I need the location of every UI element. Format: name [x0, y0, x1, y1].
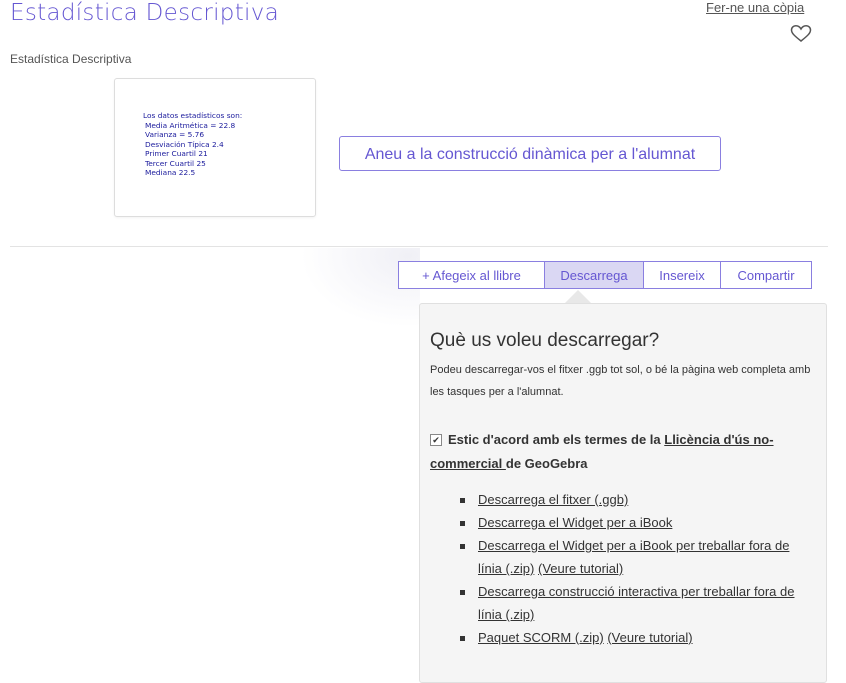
list-item: Descarrega el Widget per a iBook [460, 511, 815, 534]
make-copy-link[interactable]: Fer-ne una còpia [706, 0, 804, 15]
thumbnail-line: Primer Cuartil 21 [145, 149, 208, 158]
action-tabs: + Afegeix al llibre Descarrega Insereix … [398, 261, 812, 289]
thumbnail-line: Media Aritmética = 22.8 [145, 120, 236, 130]
download-links-list: Descarrega el fitxer (.ggb) Descarrega e… [460, 488, 815, 649]
tab-add-to-book[interactable]: + Afegeix al llibre [398, 261, 545, 289]
thumbnail-line: Tercer Cuartil 25 [145, 158, 206, 168]
thumbnail-stats-text: Los datos estadísticos son: Media Aritmé… [143, 111, 243, 178]
tab-share[interactable]: Compartir [720, 261, 812, 289]
download-interactive-offline-link[interactable]: Descarrega construcció interactiva per t… [478, 584, 794, 622]
divider [10, 246, 828, 247]
thumbnail-line: Los datos estadísticos son: [143, 111, 243, 120]
open-student-construction-button[interactable]: Aneu a la construcció dinàmica per a l'a… [339, 136, 721, 171]
tab-embed[interactable]: Insereix [643, 261, 721, 289]
list-item: Descarrega construcció interactiva per t… [460, 580, 815, 626]
download-scorm-link[interactable]: Paquet SCORM (.zip) [478, 630, 604, 645]
agree-checkbox[interactable]: ✔ [430, 434, 442, 446]
agree-prefix: Estic d'acord amb els termes de la [448, 432, 665, 447]
download-panel: Què us voleu descarregar? Podeu descarre… [419, 303, 827, 683]
applet-thumbnail[interactable]: Los datos estadísticos son: Media Aritmé… [114, 78, 316, 217]
download-heading: Què us voleu descarregar? [430, 330, 660, 351]
agree-suffix: de GeoGebra [505, 456, 588, 471]
thumbnail-line: Varianza = 5.76 [145, 130, 205, 139]
download-ibook-offline-link[interactable]: Descarrega el Widget per a iBook per tre… [478, 538, 789, 576]
subtitle: Estadística Descriptiva [10, 52, 132, 66]
panel-pointer-arrow [564, 290, 592, 304]
download-description: Podeu descarregar-vos el fitxer .ggb tot… [430, 364, 811, 398]
tab-download[interactable]: Descarrega [544, 261, 644, 289]
tutorial-link[interactable]: (Veure tutorial) [538, 561, 623, 576]
thumbnail-line: Mediana 22.5 [145, 168, 196, 177]
list-item: Descarrega el fitxer (.ggb) [460, 488, 815, 511]
list-item: Paquet SCORM (.zip) (Veure tutorial) [460, 626, 815, 649]
page-title: Estadística Descriptiva [10, 0, 280, 26]
license-agreement: ✔ Estic d'acord amb els termes de la Llic… [430, 428, 815, 476]
download-ibook-widget-link[interactable]: Descarrega el Widget per a iBook [478, 515, 672, 530]
download-ggb-link[interactable]: Descarrega el fitxer (.ggb) [478, 492, 628, 507]
heart-outline-icon[interactable] [788, 22, 814, 46]
thumbnail-line: Desviación Típica 2.4 [145, 139, 224, 149]
list-item: Descarrega el Widget per a iBook per tre… [460, 534, 815, 580]
tutorial-link[interactable]: (Veure tutorial) [607, 630, 692, 645]
